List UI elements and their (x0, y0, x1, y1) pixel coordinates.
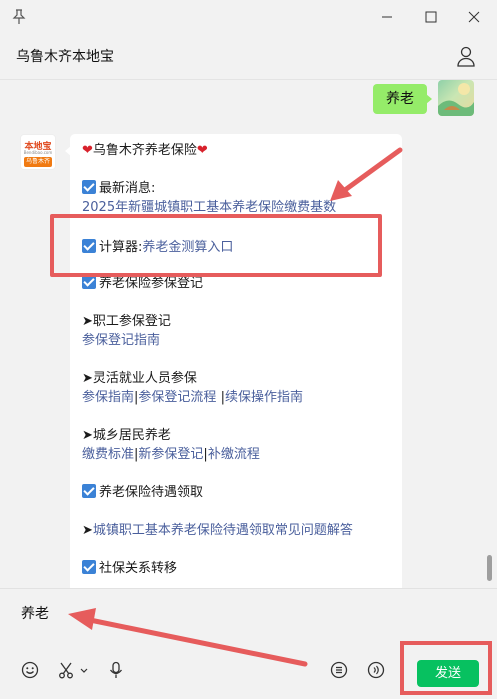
close-icon[interactable] (464, 7, 484, 27)
avatar-brand-bar: 乌鲁木齐 (24, 157, 52, 167)
avatar-image (438, 83, 474, 116)
calculator-label: 计算器: (99, 240, 143, 255)
rural-title: 城乡居民养老 (92, 428, 171, 443)
bot-avatar[interactable]: 本地宝 Bendibao.com 乌鲁木齐 (20, 134, 56, 170)
chat-title: 乌鲁木齐本地宝 (16, 49, 114, 65)
avatar-brand-sub: Bendibao.com (23, 150, 53, 155)
flex-title: 灵活就业人员参保 (92, 371, 197, 386)
message-input[interactable]: 养老 (21, 603, 49, 623)
chat-messages[interactable]: 养老 本地宝 Bendibao.com 乌鲁木齐 ❤乌鲁木齐养老保险❤ 最新消息… (0, 80, 497, 588)
flex-renew-link[interactable]: 续保操作指南 (225, 390, 303, 405)
rural-backpay-link[interactable]: 补缴流程 (208, 447, 260, 462)
arrow-icon: ➤ (82, 314, 93, 329)
my-avatar[interactable] (438, 80, 474, 116)
window-titlebar (0, 0, 497, 34)
news-label: 最新消息: (99, 181, 156, 196)
checkbox-icon (82, 560, 96, 574)
heart-icon: ❤ (82, 143, 93, 158)
list-icon[interactable] (330, 661, 348, 679)
heart-icon: ❤ (196, 143, 208, 158)
scissors-icon[interactable] (57, 661, 75, 679)
user-icon[interactable] (456, 45, 476, 67)
checkbox-icon (82, 239, 96, 253)
arrow-icon: ➤ (82, 428, 93, 443)
bot-message-title: 乌鲁木齐养老保险 (92, 143, 197, 158)
chat-scrollbar[interactable] (487, 555, 492, 581)
arrow-icon: ➤ (82, 371, 93, 386)
flex-process-link[interactable]: 参保登记流程 (138, 390, 216, 405)
voice-icon[interactable] (367, 661, 385, 679)
rural-standard-link[interactable]: 缴费标准 (82, 447, 134, 462)
bot-message-title-line: ❤乌鲁木齐养老保险❤ (82, 141, 390, 160)
transfer-title: 社保关系转移 (99, 561, 178, 576)
rural-new-link[interactable]: 新参保登记 (138, 447, 203, 462)
news-link[interactable]: 2025年新疆城镇职工基本养老保险缴费基数 (82, 200, 336, 215)
pin-icon[interactable] (12, 9, 26, 25)
register-title: 养老保险参保登记 (99, 276, 204, 291)
emoji-icon[interactable] (21, 661, 39, 679)
chat-header: 乌鲁木齐本地宝 (0, 34, 497, 80)
checkbox-icon (82, 484, 96, 498)
microphone-icon[interactable] (107, 661, 125, 679)
outgoing-message: 养老 (373, 84, 432, 114)
checkbox-icon (82, 180, 96, 194)
chevron-down-icon[interactable] (78, 661, 90, 679)
calculator-link[interactable]: 养老金测算入口 (142, 240, 233, 255)
minimize-icon[interactable] (377, 7, 397, 27)
maximize-icon[interactable] (421, 7, 441, 27)
bot-message: ❤乌鲁木齐养老保险❤ 最新消息: 2025年新疆城镇职工基本养老保险缴费基数 计… (65, 134, 402, 588)
send-button[interactable]: 发送 (417, 660, 479, 687)
benefit-faq-link[interactable]: 城镇职工基本养老保险待遇领取常见问题解答 (93, 523, 353, 538)
arrow-icon: ➤ (82, 523, 93, 538)
benefit-title: 养老保险待遇领取 (99, 485, 204, 500)
worker-title: 职工参保登记 (92, 314, 171, 329)
checkbox-icon (82, 275, 96, 289)
worker-guide-link[interactable]: 参保登记指南 (82, 333, 160, 348)
flex-guide-link[interactable]: 参保指南 (82, 390, 134, 405)
